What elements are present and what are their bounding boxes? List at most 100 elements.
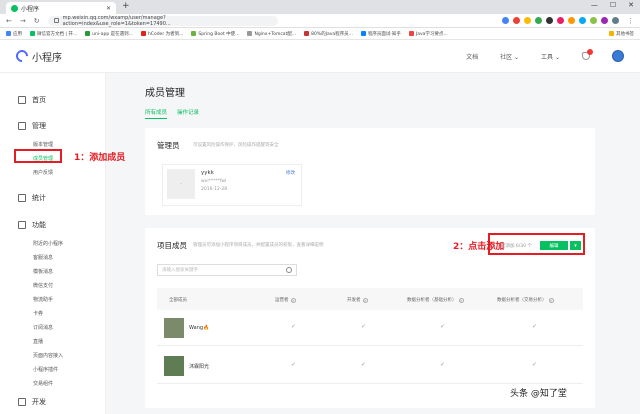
bookmark-item[interactable]: Nginx+Tomcat配... bbox=[247, 31, 296, 37]
home-icon bbox=[18, 96, 26, 104]
bookmark-item[interactable]: Spring Boot 中使... bbox=[191, 31, 239, 37]
check-icon: ✓ bbox=[440, 361, 446, 368]
logo-text: 小程序 bbox=[32, 52, 62, 64]
bookmark-item[interactable]: 80%的Java程序员... bbox=[304, 31, 353, 37]
avatar[interactable] bbox=[612, 50, 624, 62]
extension-icons: ⋮ bbox=[502, 17, 634, 25]
minimize-icon[interactable]: — bbox=[591, 1, 598, 9]
menu-dots-icon[interactable]: ⋮ bbox=[627, 17, 634, 25]
column-header: 运营者? bbox=[275, 297, 296, 303]
bookmark-icon bbox=[247, 31, 253, 36]
admin-card: 管理员 可设置风险操作保护、风险操作提醒等安全 · yykk wxi*****f… bbox=[145, 128, 595, 215]
table-row: Wang🔥 ✓ ✓ ✓ ✓ bbox=[157, 310, 583, 346]
page-title: 成员管理 bbox=[145, 88, 185, 99]
member-name: 沐霖阳光 bbox=[189, 364, 210, 370]
member-avatar bbox=[164, 356, 184, 376]
nav-tools[interactable]: 工具 ⌄ bbox=[541, 52, 560, 61]
column-header: 数据分析者（基础分析）? bbox=[407, 297, 464, 303]
admin-account: wxi*****fwl bbox=[201, 179, 227, 184]
check-icon: ✓ bbox=[361, 323, 367, 330]
member-count: 已添加 6/30 个 bbox=[501, 244, 532, 249]
bookmark-item[interactable]: 应用 bbox=[6, 31, 22, 37]
sidebar-item-feedback[interactable]: 用户反馈 bbox=[33, 169, 53, 176]
url-field[interactable]: mp.weixin.qq.com/wxamp/user/manage?actio… bbox=[47, 15, 278, 27]
reload-icon[interactable]: ↻ bbox=[34, 17, 40, 25]
address-bar: ← → ↻ mp.weixin.qq.com/wxamp/user/manage… bbox=[0, 14, 640, 28]
members-card: 项目成员 管理员可添加小程序项目成员，并配置成员的权限，查看详细说明 2：点击添… bbox=[145, 228, 595, 408]
sidebar-item-version[interactable]: 版本管理 bbox=[33, 141, 53, 148]
sidebar-item-page-content[interactable]: 页面内容接入 bbox=[33, 352, 63, 359]
sidebar-item-dev[interactable]: 开发 bbox=[18, 397, 46, 407]
annotation-step1: 1：添加成员 bbox=[74, 153, 126, 163]
annotation-step2: 2：点击添加 bbox=[453, 242, 505, 252]
extension-icon[interactable] bbox=[535, 17, 542, 24]
sidebar-item-stats[interactable]: 统计 bbox=[18, 193, 46, 203]
members-card-title: 项目成员 bbox=[157, 241, 187, 250]
bookmark-item[interactable]: Java学习要点... bbox=[408, 31, 448, 37]
member-name: Wang🔥 bbox=[189, 325, 210, 331]
extension-icon[interactable] bbox=[546, 17, 553, 24]
other-bookmarks[interactable]: 其他书签 bbox=[609, 31, 634, 37]
sidebar-item-template-msg[interactable]: 模板消息 bbox=[33, 268, 53, 275]
bookmark-item[interactable]: 程序员面试·知乎 bbox=[360, 31, 401, 37]
sidebar-item-live[interactable]: 直播 bbox=[33, 338, 43, 345]
tab-operation-log[interactable]: 操作记录 bbox=[177, 108, 199, 119]
bookmark-item[interactable]: uni-app 是在遇到... bbox=[85, 31, 133, 37]
browser-tab[interactable]: 小程序 ✕ bbox=[6, 2, 116, 14]
extension-icon[interactable] bbox=[601, 17, 608, 24]
extension-icon[interactable] bbox=[502, 17, 509, 24]
extension-icon[interactable] bbox=[557, 17, 564, 24]
help-icon[interactable]: ? bbox=[458, 297, 464, 303]
admin-date: 2016-12-28 bbox=[201, 187, 228, 192]
edit-members-button[interactable]: 编辑 bbox=[540, 241, 568, 250]
sidebar-item-manage[interactable]: 管理 bbox=[18, 121, 46, 131]
bookmarks-bar: 应用 微信官方文档 | 开... uni-app 是在遇到... hCoder … bbox=[0, 28, 640, 40]
window-controls: — ☐ ✕ bbox=[591, 1, 634, 9]
sidebar-item-subscribe-msg[interactable]: 订阅消息 bbox=[33, 324, 53, 331]
watermark: 头条 @知了堂 bbox=[510, 386, 567, 399]
maximize-icon[interactable]: ☐ bbox=[610, 1, 616, 9]
extension-icon[interactable] bbox=[513, 17, 520, 24]
extension-icon[interactable] bbox=[524, 17, 531, 24]
column-header: 全部成员 bbox=[169, 298, 187, 303]
logo[interactable]: 小程序 bbox=[13, 47, 62, 65]
help-icon[interactable]: ? bbox=[290, 297, 296, 303]
sidebar-item-home[interactable]: 首页 bbox=[18, 95, 46, 105]
member-search-input[interactable]: 请输入搜索关键字 bbox=[157, 264, 297, 276]
help-icon[interactable]: ? bbox=[362, 297, 368, 303]
forward-icon[interactable]: → bbox=[20, 17, 26, 25]
miniprogram-logo-icon bbox=[13, 47, 31, 65]
close-window-icon[interactable]: ✕ bbox=[628, 1, 634, 9]
bookmark-item[interactable]: hCoder 为者到... bbox=[140, 31, 183, 37]
tab-close-icon[interactable]: ✕ bbox=[106, 5, 111, 12]
sidebar-item-nearby[interactable]: 附近的小程序 bbox=[33, 240, 63, 247]
search-icon[interactable] bbox=[286, 267, 292, 273]
sidebar-item-plugins[interactable]: 小程序插件 bbox=[33, 366, 58, 373]
new-tab-icon[interactable]: + bbox=[122, 1, 130, 11]
sidebar-item-trade[interactable]: 交易组件 bbox=[33, 380, 53, 387]
admin-edit-link[interactable]: 修改 bbox=[286, 170, 295, 176]
profile-icon[interactable] bbox=[612, 17, 619, 24]
sidebar-item-wechat-pay[interactable]: 微信支付 bbox=[33, 282, 53, 289]
bell-icon[interactable] bbox=[582, 49, 593, 60]
admin-card-title: 管理员 bbox=[157, 141, 180, 150]
bookmark-item[interactable]: 微信官方文档 | 开... bbox=[30, 31, 77, 37]
sidebar-item-logistics[interactable]: 物流助手 bbox=[33, 296, 53, 303]
nav-docs[interactable]: 文档 bbox=[466, 52, 478, 61]
nav-community[interactable]: 社区 ⌄ bbox=[500, 52, 519, 61]
sidebar: 首页 管理 版本管理 成员管理 用户反馈 统计 功能 附近的小程序 客服消息 模… bbox=[0, 73, 106, 414]
table-row: 沐霖阳光 ✓ ✓ ✓ ✓ bbox=[157, 348, 583, 384]
sidebar-item-customer-msg[interactable]: 客服消息 bbox=[33, 254, 53, 261]
sidebar-item-functions[interactable]: 功能 bbox=[18, 220, 46, 230]
stats-icon bbox=[18, 194, 26, 202]
notification-dot bbox=[587, 49, 593, 55]
extension-icon[interactable] bbox=[590, 17, 597, 24]
apps-icon bbox=[6, 31, 11, 36]
help-icon[interactable]: ? bbox=[548, 297, 554, 303]
sidebar-item-coupons[interactable]: 卡券 bbox=[33, 310, 43, 317]
extension-icon[interactable] bbox=[579, 17, 586, 24]
dropdown-button[interactable]: ▾ bbox=[570, 241, 581, 250]
extension-icon[interactable] bbox=[568, 17, 575, 24]
tab-all-members[interactable]: 所有成员 bbox=[145, 108, 168, 119]
back-icon[interactable]: ← bbox=[6, 17, 12, 25]
